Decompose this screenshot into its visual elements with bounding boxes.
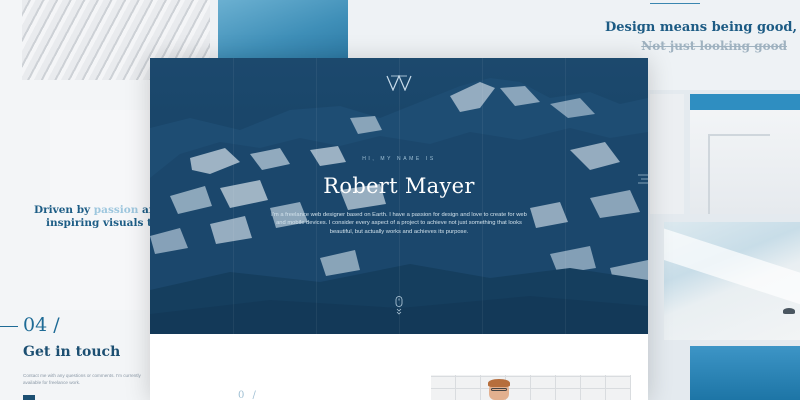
website-preview-card: HI, MY NAME IS Robert Mayer I'm a freela… — [150, 58, 648, 400]
gray-tile — [650, 346, 684, 400]
section-number: 0_ / — [238, 390, 256, 400]
logo-monogram-icon[interactable] — [386, 75, 412, 91]
bird-image — [783, 308, 795, 314]
right-strikethrough-text: Not just looking good — [641, 39, 787, 53]
right-heading: Design means being good, — [604, 20, 797, 35]
hero-description: I'm a freelance web designer based on Ea… — [271, 212, 527, 235]
architecture-image — [690, 94, 800, 214]
blue-sky-image — [218, 0, 348, 58]
left-tagline: Driven by passion and expe inspiring vis… — [34, 204, 154, 229]
contact-divider — [0, 326, 18, 327]
architecture-image-small — [650, 94, 684, 214]
contact-section-number: 04 / — [23, 314, 60, 336]
right-divider — [650, 3, 700, 4]
mouse-scroll-icon[interactable] — [395, 296, 403, 316]
hero-greeting: HI, MY NAME IS — [362, 156, 436, 162]
side-navigation-icon[interactable] — [638, 173, 648, 193]
contact-title: Get in touch — [23, 344, 121, 360]
sky-image — [690, 346, 800, 400]
beach-image — [664, 222, 800, 340]
hero-section: HI, MY NAME IS Robert Mayer I'm a freela… — [150, 58, 648, 334]
contact-text: Contact me with any questions or comment… — [23, 373, 141, 385]
hero-title: Robert Mayer — [323, 174, 475, 198]
contact-button[interactable] — [23, 395, 35, 400]
portrait-photo — [431, 375, 631, 400]
